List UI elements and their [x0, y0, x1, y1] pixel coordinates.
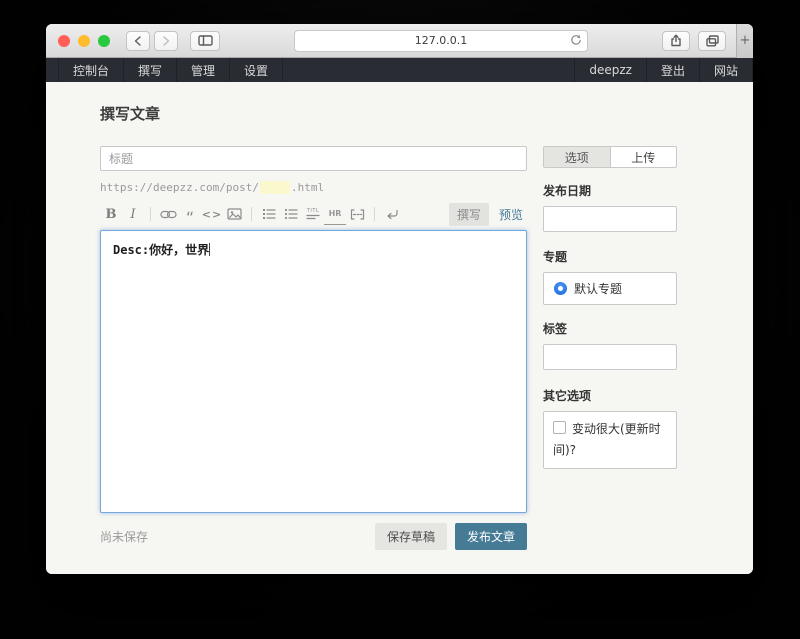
tabs-icon: [706, 35, 719, 47]
sidebar-icon: [198, 35, 213, 46]
nav-item-site[interactable]: 网站: [700, 58, 753, 82]
tab-preview-mode[interactable]: 预览: [499, 206, 523, 223]
back-button[interactable]: [126, 31, 150, 51]
checkbox-unchecked-icon[interactable]: [553, 421, 566, 434]
save-draft-button[interactable]: 保存草稿: [375, 523, 447, 550]
page-break-button[interactable]: [346, 204, 368, 224]
other-options-label: 其它选项: [543, 388, 677, 404]
share-icon: [670, 34, 682, 47]
toolbar-separator: [374, 207, 375, 221]
undo-icon: [385, 208, 399, 221]
page-content: 撰写文章 https://deepzz.com/post/ .html B I: [46, 82, 753, 574]
bold-button[interactable]: B: [100, 204, 122, 224]
nav-item-logout[interactable]: 登出: [647, 58, 700, 82]
tab-overview-button[interactable]: [698, 31, 726, 51]
tags-label: 标签: [543, 321, 677, 337]
category-label: 专题: [543, 249, 677, 265]
minimize-window-button[interactable]: [78, 35, 90, 47]
text-caret: [209, 243, 210, 256]
default-category-label: 默认专题: [574, 280, 622, 297]
post-title-input[interactable]: [100, 146, 527, 171]
share-button[interactable]: [662, 31, 690, 51]
heading-lines-icon: [306, 214, 320, 220]
heading-button[interactable]: TITL: [302, 204, 324, 224]
publish-date-label: 发布日期: [543, 183, 677, 199]
italic-button[interactable]: I: [122, 204, 144, 224]
publish-button[interactable]: 发布文章: [455, 523, 527, 550]
editor-text: Desc:你好，世界: [113, 243, 209, 257]
update-time-option[interactable]: 变动很大(更新时间)?: [543, 411, 677, 469]
tab-upload[interactable]: 上传: [610, 147, 677, 167]
sidebar-toggle-button[interactable]: [190, 31, 220, 51]
nav-item-user[interactable]: deepzz: [574, 58, 647, 82]
browser-titlebar: 127.0.0.1 +: [46, 24, 753, 58]
options-sidebar: 选项 上传 发布日期 专题 默认专题 标签 其它选项 变动很大(更新时间)?: [543, 146, 677, 550]
save-status-text: 尚未保存: [100, 528, 148, 545]
plus-icon: +: [740, 33, 751, 48]
toolbar-separator: [150, 207, 151, 221]
permalink-suffix: .html: [291, 181, 324, 194]
chevron-left-icon: [133, 35, 143, 47]
unordered-list-button[interactable]: [280, 204, 302, 224]
link-button[interactable]: [157, 204, 179, 224]
category-option[interactable]: 默认专题: [543, 272, 677, 305]
reload-icon: [570, 34, 582, 47]
browser-window: 127.0.0.1 + 控制台: [46, 24, 753, 574]
tab-write-mode[interactable]: 撰写: [449, 203, 489, 226]
forward-button[interactable]: [154, 31, 178, 51]
ordered-list-button[interactable]: [258, 204, 280, 224]
editor-column: https://deepzz.com/post/ .html B I “: [100, 146, 527, 550]
ordered-list-icon: [262, 208, 276, 220]
new-tab-button[interactable]: +: [736, 24, 753, 58]
permalink-slug-field[interactable]: [260, 181, 290, 194]
close-window-button[interactable]: [58, 35, 70, 47]
permalink-preview: https://deepzz.com/post/ .html: [100, 180, 527, 195]
nav-item-console[interactable]: 控制台: [58, 58, 124, 82]
page-title: 撰写文章: [100, 82, 753, 125]
undo-button[interactable]: [381, 204, 403, 224]
address-url: 127.0.0.1: [415, 34, 467, 47]
tags-input[interactable]: [543, 344, 677, 370]
quote-button[interactable]: “: [179, 200, 201, 228]
sidebar-tabs: 选项 上传: [543, 146, 677, 168]
toolbar-separator: [251, 207, 252, 221]
image-icon: [227, 208, 242, 220]
zoom-window-button[interactable]: [98, 35, 110, 47]
code-button[interactable]: <>: [201, 204, 223, 224]
nav-item-settings[interactable]: 设置: [230, 58, 283, 82]
publish-date-input[interactable]: [543, 206, 677, 232]
image-button[interactable]: [223, 204, 245, 224]
address-bar[interactable]: 127.0.0.1: [294, 30, 588, 52]
nav-item-manage[interactable]: 管理: [177, 58, 230, 82]
page-break-icon: [350, 209, 365, 220]
horizontal-rule-button[interactable]: HR: [324, 204, 346, 225]
editor-toolbar: B I “ <>: [100, 203, 527, 225]
permalink-prefix: https://deepzz.com/post/: [100, 181, 259, 194]
traffic-lights: [58, 35, 110, 47]
nav-item-write[interactable]: 撰写: [124, 58, 177, 82]
chevron-right-icon: [161, 35, 171, 47]
link-icon: [160, 209, 177, 220]
admin-navbar: 控制台 撰写 管理 设置 deepzz 登出 网站: [46, 58, 753, 82]
unordered-list-icon: [284, 208, 298, 220]
markdown-editor-textarea[interactable]: Desc:你好，世界: [100, 230, 527, 513]
update-checkbox-label: 变动很大(更新时间)?: [553, 422, 661, 457]
tab-options[interactable]: 选项: [544, 147, 610, 167]
reload-button[interactable]: [570, 34, 582, 50]
radio-checked-icon[interactable]: [554, 282, 567, 295]
